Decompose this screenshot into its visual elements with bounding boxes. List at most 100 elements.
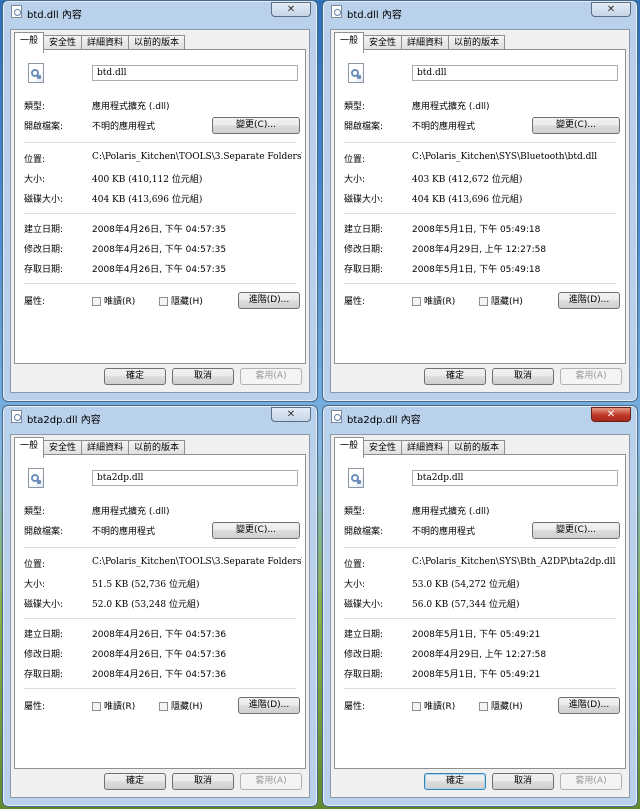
tab-strip: 一般 安全性 詳細資料 以前的版本 xyxy=(334,437,506,458)
checkbox-box[interactable] xyxy=(159,297,168,306)
location-label: 位置: xyxy=(344,155,366,165)
checkbox-box[interactable] xyxy=(412,297,421,306)
readonly-checkbox[interactable]: 唯讀(R) xyxy=(92,699,135,712)
readonly-checkbox[interactable]: 唯讀(R) xyxy=(412,294,455,307)
dialog-body: 一般 安全性 詳細資料 以前的版本 bta2dp.dll 類型: 應用程式擴充 (.d… xyxy=(330,434,630,798)
tab-general[interactable]: 一般 xyxy=(334,32,365,53)
title-bar[interactable]: btd.dll 內容 ✕ xyxy=(3,1,317,23)
apply-button[interactable]: 套用(A) xyxy=(240,368,302,385)
cancel-button[interactable]: 取消 xyxy=(492,368,554,385)
dialog-body: 一般 安全性 詳細資料 以前的版本 btd.dll 類型: 應用程式擴充 (.dll)… xyxy=(330,29,630,393)
size-on-disk-value: 404 KB (413,696 位元組) xyxy=(412,195,523,205)
location-label: 位置: xyxy=(24,155,46,165)
close-button[interactable]: ✕ xyxy=(591,407,631,422)
opens-with-value: 不明的應用程式 xyxy=(92,527,156,537)
accessed-label: 存取日期: xyxy=(344,670,384,680)
close-button[interactable]: ✕ xyxy=(591,2,631,17)
cancel-button[interactable]: 取消 xyxy=(172,773,234,790)
close-button[interactable]: ✕ xyxy=(271,407,311,422)
title-bar[interactable]: btd.dll 內容 ✕ xyxy=(323,1,637,23)
opens-with-value: 不明的應用程式 xyxy=(412,527,476,537)
cancel-button[interactable]: 取消 xyxy=(172,368,234,385)
apply-button[interactable]: 套用(A) xyxy=(240,773,302,790)
readonly-checkbox[interactable]: 唯讀(R) xyxy=(92,294,135,307)
modified-value: 2008年4月29日, 上午 12:27:58 xyxy=(412,245,547,255)
dialog-body: 一般 安全性 詳細資料 以前的版本 btd.dll 類型: 應用程式擴充 (.dll)… xyxy=(10,29,310,393)
modified-value: 2008年4月29日, 上午 12:27:58 xyxy=(412,650,547,660)
accessed-value: 2008年5月1日, 下午 05:49:18 xyxy=(412,265,541,275)
size-value: 403 KB (412,672 位元組) xyxy=(412,175,523,185)
type-value: 應用程式擴充 (.dll) xyxy=(92,507,170,517)
size-on-disk-label: 磁碟大小: xyxy=(344,195,384,205)
modified-label: 修改日期: xyxy=(24,245,64,255)
tab-general[interactable]: 一般 xyxy=(14,437,45,458)
tab-general[interactable]: 一般 xyxy=(14,32,45,53)
hidden-checkbox[interactable]: 隱藏(H) xyxy=(159,699,203,712)
window-title: bta2dp.dll 內容 xyxy=(27,415,101,426)
hidden-label: 隱藏(H) xyxy=(171,297,203,307)
hidden-label: 隱藏(H) xyxy=(171,702,203,712)
checkbox-box[interactable] xyxy=(479,297,488,306)
apply-button[interactable]: 套用(A) xyxy=(560,773,622,790)
filename-input[interactable]: bta2dp.dll xyxy=(412,470,618,486)
general-page: bta2dp.dll 類型: 應用程式擴充 (.dll) 開啟檔案: 不明的應用… xyxy=(334,454,626,769)
ok-button[interactable]: 確定 xyxy=(424,368,486,385)
dll-file-icon xyxy=(28,63,44,83)
modified-label: 修改日期: xyxy=(344,650,384,660)
change-button[interactable]: 變更(C)... xyxy=(532,522,620,539)
accessed-label: 存取日期: xyxy=(24,265,64,275)
advanced-button[interactable]: 進階(D)... xyxy=(238,697,300,714)
modified-label: 修改日期: xyxy=(24,650,64,660)
apply-button[interactable]: 套用(A) xyxy=(560,368,622,385)
opens-with-label: 開啟檔案: xyxy=(344,527,384,537)
size-label: 大小: xyxy=(24,175,46,185)
change-button[interactable]: 變更(C)... xyxy=(212,522,300,539)
size-on-disk-label: 磁碟大小: xyxy=(24,600,64,610)
tab-general[interactable]: 一般 xyxy=(334,437,365,458)
filename-input[interactable]: btd.dll xyxy=(92,65,298,81)
cancel-button[interactable]: 取消 xyxy=(492,773,554,790)
created-value: 2008年5月1日, 下午 05:49:21 xyxy=(412,630,541,640)
location-label: 位置: xyxy=(344,560,366,570)
type-value: 應用程式擴充 (.dll) xyxy=(92,102,170,112)
type-label: 類型: xyxy=(24,507,46,517)
dll-file-icon xyxy=(28,468,44,488)
size-value: 400 KB (410,112 位元組) xyxy=(92,175,203,185)
title-bar[interactable]: bta2dp.dll 內容 ✕ xyxy=(323,406,637,428)
change-button[interactable]: 變更(C)... xyxy=(212,117,300,134)
readonly-label: 唯讀(R) xyxy=(424,702,456,712)
advanced-button[interactable]: 進階(D)... xyxy=(558,697,620,714)
opens-with-value: 不明的應用程式 xyxy=(412,122,476,132)
advanced-button[interactable]: 進階(D)... xyxy=(238,292,300,309)
ok-button[interactable]: 確定 xyxy=(104,368,166,385)
hidden-checkbox[interactable]: 隱藏(H) xyxy=(159,294,203,307)
ok-button[interactable]: 確定 xyxy=(424,773,486,790)
filename-input[interactable]: bta2dp.dll xyxy=(92,470,298,486)
hidden-checkbox[interactable]: 隱藏(H) xyxy=(479,294,523,307)
accessed-value: 2008年4月26日, 下午 04:57:35 xyxy=(92,265,227,275)
hidden-checkbox[interactable]: 隱藏(H) xyxy=(479,699,523,712)
hidden-label: 隱藏(H) xyxy=(491,297,523,307)
general-page: bta2dp.dll 類型: 應用程式擴充 (.dll) 開啟檔案: 不明的應用… xyxy=(14,454,306,769)
checkbox-box[interactable] xyxy=(159,702,168,711)
readonly-checkbox[interactable]: 唯讀(R) xyxy=(412,699,455,712)
opens-with-label: 開啟檔案: xyxy=(24,122,64,132)
ok-button[interactable]: 確定 xyxy=(104,773,166,790)
dll-file-icon xyxy=(348,63,364,83)
type-label: 類型: xyxy=(344,507,366,517)
filename-input[interactable]: btd.dll xyxy=(412,65,618,81)
advanced-button[interactable]: 進階(D)... xyxy=(558,292,620,309)
change-button[interactable]: 變更(C)... xyxy=(532,117,620,134)
hidden-label: 隱藏(H) xyxy=(491,702,523,712)
divider xyxy=(24,688,296,689)
close-button[interactable]: ✕ xyxy=(271,2,311,17)
checkbox-box[interactable] xyxy=(92,297,101,306)
divider xyxy=(344,547,616,548)
readonly-label: 唯讀(R) xyxy=(104,702,136,712)
title-bar[interactable]: bta2dp.dll 內容 ✕ xyxy=(3,406,317,428)
checkbox-box[interactable] xyxy=(92,702,101,711)
checkbox-box[interactable] xyxy=(412,702,421,711)
checkbox-box[interactable] xyxy=(479,702,488,711)
created-label: 建立日期: xyxy=(24,630,64,640)
properties-dialog-4: bta2dp.dll 內容 ✕ 一般 安全性 詳細資料 以前的版本 bta2dp.dl… xyxy=(322,405,638,807)
